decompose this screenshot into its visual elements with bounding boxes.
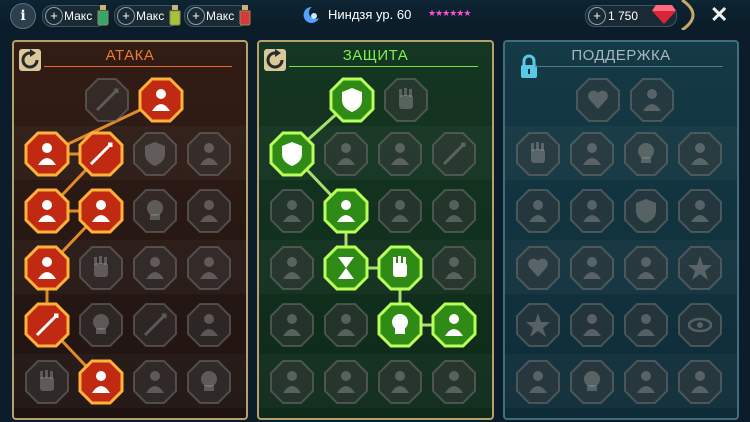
hero-stars: ★★★★★★	[428, 8, 471, 18]
plus-icon[interactable]: +	[187, 7, 205, 25]
skill-node-helm-icon[interactable]	[623, 359, 669, 405]
skill-node-hurt-icon[interactable]	[24, 188, 70, 234]
skill-node-demon-icon[interactable]	[24, 131, 70, 177]
skill-node-fist-icon[interactable]	[24, 359, 70, 405]
skill-node-hammer-icon[interactable]	[132, 245, 178, 291]
skill-node-armor-icon[interactable]	[329, 77, 375, 123]
skill-node-fist-icon[interactable]	[78, 245, 124, 291]
skill-node-shield-icon[interactable]	[132, 131, 178, 177]
skill-node-running-icon[interactable]	[269, 302, 315, 348]
skill-node-skull-icon[interactable]	[623, 131, 669, 177]
skill-node-hood-icon[interactable]	[323, 359, 369, 405]
boost-slot-1[interactable]: + Макс	[42, 5, 109, 27]
skill-node-lightning-icon[interactable]	[569, 188, 615, 234]
ninja-emblem-icon	[303, 6, 319, 23]
support-panel: ПОДДЕРЖКА	[503, 40, 739, 420]
skill-node-figure-icon[interactable]	[515, 188, 561, 234]
skill-node-bomb-icon[interactable]	[515, 359, 561, 405]
skill-node-arrows-icon[interactable]	[677, 131, 723, 177]
plus-icon[interactable]: +	[45, 7, 63, 25]
skill-node-blades-icon[interactable]	[78, 131, 124, 177]
skill-node-chest-icon[interactable]	[269, 131, 315, 177]
skill-node-anvil-icon[interactable]	[623, 302, 669, 348]
skill-node-star-icon[interactable]	[515, 302, 561, 348]
skill-node-knight-icon[interactable]	[323, 188, 369, 234]
skill-node-skull-icon[interactable]	[186, 359, 232, 405]
boost-slot-2[interactable]: + Макс	[114, 5, 181, 27]
skill-node-helm-icon[interactable]	[78, 359, 124, 405]
skill-node-mask-icon[interactable]	[377, 359, 423, 405]
bow-decoration-icon	[681, 0, 695, 30]
skill-node-ogre-icon[interactable]	[431, 188, 477, 234]
skill-node-sword-icon[interactable]	[431, 131, 477, 177]
skill-node-claws-icon[interactable]	[138, 77, 184, 123]
skill-node-stone-icon[interactable]	[677, 188, 723, 234]
skill-node-skull-icon[interactable]	[78, 302, 124, 348]
skill-node-aura-icon[interactable]	[569, 131, 615, 177]
skill-node-spirits-icon[interactable]	[132, 359, 178, 405]
plus-icon[interactable]: +	[117, 7, 135, 25]
defense-panel: ЗАЩИТА	[257, 40, 494, 420]
skill-node-burst-icon[interactable]	[677, 245, 723, 291]
skill-node-swap-icon[interactable]	[431, 302, 477, 348]
skill-node-chalice-icon[interactable]	[569, 245, 615, 291]
skill-node-heart-icon[interactable]	[575, 77, 621, 123]
skill-node-eagle-icon[interactable]	[677, 359, 723, 405]
hero-name: Ниндзя ур. 60	[328, 7, 412, 22]
skill-node-skull-icon[interactable]	[132, 188, 178, 234]
skill-node-figure-icon[interactable]	[269, 245, 315, 291]
skill-node-scroll-icon[interactable]	[377, 131, 423, 177]
skill-node-blast-icon[interactable]	[24, 245, 70, 291]
boost-label-1: Макс	[64, 9, 93, 23]
skill-node-sword-icon[interactable]	[84, 77, 130, 123]
skill-node-book-icon[interactable]	[623, 245, 669, 291]
skill-node-hourglass-icon[interactable]	[323, 245, 369, 291]
potion-icon	[97, 5, 109, 26]
skill-node-monk-icon[interactable]	[431, 359, 477, 405]
skill-node-fist-icon[interactable]	[383, 77, 429, 123]
ruby-icon	[652, 5, 676, 24]
top-bar: i + Макс + Макс + Макс Ниндзя ур. 60 ★★★…	[0, 0, 750, 30]
skill-node-face-icon[interactable]	[431, 245, 477, 291]
skill-node-eye-icon[interactable]	[677, 302, 723, 348]
boost-label-2: Макс	[136, 9, 165, 23]
skill-node-ring-icon[interactable]	[629, 77, 675, 123]
skill-node-warrior-icon[interactable]	[186, 302, 232, 348]
gems-value: 1 750	[608, 9, 639, 23]
boost-label-3: Макс	[206, 9, 235, 23]
skill-node-hand-icon[interactable]	[377, 245, 423, 291]
skill-node-mage-icon[interactable]	[269, 359, 315, 405]
info-icon[interactable]: i	[10, 3, 36, 29]
skill-node-crossed-sword-icon[interactable]	[24, 302, 70, 348]
skill-node-hands-icon[interactable]	[515, 131, 561, 177]
skill-node-skull-icon[interactable]	[569, 359, 615, 405]
skill-node-bloodlust-icon[interactable]	[377, 188, 423, 234]
potion-icon	[169, 5, 181, 26]
skill-node-spear-icon[interactable]	[132, 302, 178, 348]
skill-node-sun-skull-icon[interactable]	[377, 302, 423, 348]
skill-node-flame-icon[interactable]	[323, 131, 369, 177]
skill-node-ghost-icon[interactable]	[269, 188, 315, 234]
skill-node-boot-icon[interactable]	[569, 302, 615, 348]
skill-node-wings-icon[interactable]	[186, 245, 232, 291]
skill-node-heart-icon[interactable]	[515, 245, 561, 291]
plus-icon[interactable]: +	[588, 7, 606, 25]
boost-slot-3[interactable]: + Макс	[184, 5, 251, 27]
close-icon[interactable]: ✕	[710, 2, 728, 28]
potion-icon	[239, 5, 251, 26]
skill-node-fangs-icon[interactable]	[78, 188, 124, 234]
skill-node-drops-icon[interactable]	[323, 302, 369, 348]
skill-node-mask-icon[interactable]	[186, 131, 232, 177]
attack-panel: АТАКА	[12, 40, 248, 420]
skill-node-axe-icon[interactable]	[186, 188, 232, 234]
skill-node-shield-icon[interactable]	[623, 188, 669, 234]
